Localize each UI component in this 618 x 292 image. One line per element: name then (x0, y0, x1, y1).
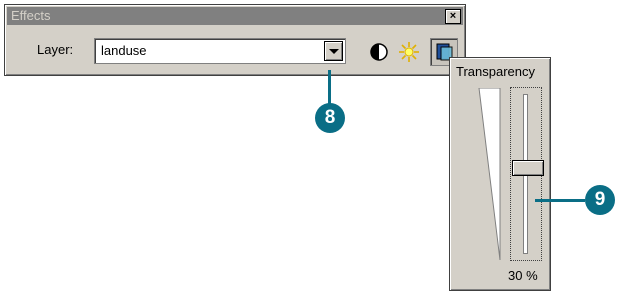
layer-dropdown[interactable]: landuse (94, 38, 346, 64)
close-icon[interactable]: × (445, 9, 461, 24)
dropdown-arrow-icon[interactable] (324, 41, 343, 61)
callout-9: 9 (585, 185, 615, 215)
layer-value: landuse (101, 43, 147, 58)
callout-9-leader (535, 199, 585, 202)
layer-label: Layer: (37, 42, 74, 57)
slider-thumb[interactable] (512, 159, 544, 176)
window-title: Effects (11, 8, 51, 23)
brightness-icon[interactable] (398, 41, 420, 63)
contrast-icon[interactable] (368, 41, 390, 63)
title-bar[interactable]: Effects × (7, 7, 463, 25)
transparency-title: Transparency (456, 64, 535, 79)
transparency-wedge (478, 88, 501, 260)
transparency-slider[interactable] (510, 87, 544, 261)
callout-8: 8 (315, 103, 345, 133)
transparency-panel: Transparency 30 % (449, 57, 551, 291)
effects-toolbar: Effects × Layer: landuse (4, 4, 466, 76)
callout-8-leader (328, 70, 331, 105)
transparency-readout: 30 % (508, 268, 538, 283)
